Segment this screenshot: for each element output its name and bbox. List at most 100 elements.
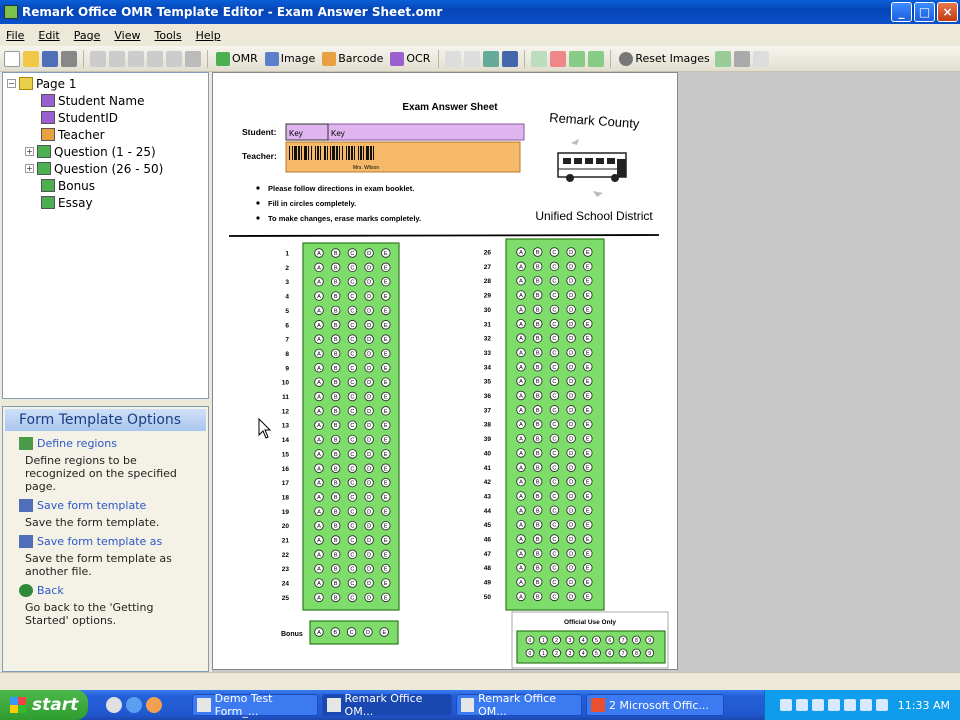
undo-icon[interactable] [90,50,106,67]
save-icon[interactable] [42,50,58,67]
tree-item[interactable]: + Question (1 - 25) [3,143,208,160]
reset-images-button[interactable]: Reset Images [617,51,711,66]
expand-icon[interactable]: + [25,147,34,156]
tray-update-icon[interactable] [827,699,840,711]
bubble-letter: A [519,551,523,557]
bubble-letter: C [552,594,556,600]
tray-keyboard-icon[interactable] [875,699,888,711]
tree-item[interactable]: Bonus [3,177,208,194]
bubble-letter: B [334,251,338,257]
collapse-icon[interactable]: − [7,79,16,88]
tray-flag-icon[interactable] [859,699,872,711]
ocr-button[interactable]: OCR [388,51,432,66]
panel-option-link[interactable]: Save form template [19,499,200,512]
distribute-icon[interactable] [464,50,481,67]
tree-item[interactable]: Teacher [3,126,208,143]
menu-help[interactable]: Help [196,29,221,42]
official-use-region[interactable] [516,630,666,664]
bubble-letter: C [552,293,556,299]
tray-volume-icon[interactable] [795,699,808,711]
quicklaunch-firefox-icon[interactable] [146,697,162,713]
tray-shield-icon[interactable] [811,699,824,711]
close-button[interactable]: × [937,2,958,22]
bubble-letter: E [586,523,590,529]
delete-icon[interactable] [185,50,201,67]
bubble-letter: D [569,594,573,600]
teacher-region[interactable] [285,141,521,173]
tree-root[interactable]: − Page 1 [3,75,208,92]
tree-item[interactable]: + Question (26 - 50) [3,160,208,177]
grid-icon[interactable] [483,50,500,67]
start-button[interactable]: start [0,690,88,720]
paste-icon[interactable] [166,50,182,67]
bubble-letter: C [350,280,354,286]
menu-page[interactable]: Page [74,29,101,42]
notes-icon[interactable] [752,50,769,67]
bubble-letter: B [536,394,540,400]
open-icon[interactable] [23,50,39,67]
task-remark-office-1[interactable]: Remark Office OM... [322,692,452,718]
menu-view[interactable]: View [114,29,140,42]
minimize-button[interactable]: _ [891,2,912,22]
expand-icon[interactable]: + [25,164,34,173]
task-demo-test-form[interactable]: Demo Test Form_... [192,692,318,718]
student-region[interactable] [285,123,525,141]
properties-icon[interactable] [502,50,519,67]
tree-item[interactable]: StudentID [3,109,208,126]
teacher-label: Teacher: [242,151,277,161]
quicklaunch-desktop-icon[interactable] [106,697,122,713]
tray-network-icon[interactable] [779,699,792,711]
bubble-letter: A [317,423,321,429]
bubble-letter: A [519,594,523,600]
fit-height-icon[interactable] [588,50,605,67]
fit-width-icon[interactable] [569,50,586,67]
bubble-letter: B [334,552,338,558]
menu-tools[interactable]: Tools [154,29,181,42]
bubble-letter: D [569,437,573,443]
barcode-button[interactable]: Barcode [320,51,385,66]
redo-icon[interactable] [109,50,125,67]
menu-edit[interactable]: Edit [38,29,59,42]
maximize-button[interactable]: □ [914,2,935,22]
bubble-letter: A [317,509,321,515]
task-microsoft-office[interactable]: 2 Microsoft Offic... [586,694,724,716]
question-number: 35 [484,379,492,386]
office-icon [591,698,605,712]
panel-option-link[interactable]: Save form template as [19,535,200,548]
barcode-bar [308,146,309,160]
region-icon [41,128,55,141]
image-button[interactable]: Image [263,51,317,66]
quicklaunch-ie-icon[interactable] [126,697,142,713]
omr-button[interactable]: OMR [214,51,260,66]
align-icon[interactable] [445,50,462,67]
tray-antivirus-icon[interactable] [843,699,856,711]
task-remark-office-2[interactable]: Remark Office OM... [456,692,582,718]
tree-item[interactable]: Student Name [3,92,208,109]
bubble-letter: 3 [568,638,571,644]
tree-item-label: Essay [58,195,93,210]
panel-option-link[interactable]: Define regions [19,437,200,450]
window-title: Remark Office OMR Template Editor - Exam… [22,5,443,19]
panel-option-link[interactable]: Back [19,584,200,597]
tree-item[interactable]: Essay [3,194,208,211]
bubble-letter: 0 [529,638,532,644]
spell-check-icon[interactable] [714,50,731,67]
official-use-label: Official Use Only [564,619,616,626]
question-number: 36 [484,393,492,400]
new-icon[interactable] [4,50,20,67]
menu-file[interactable]: File [6,29,24,42]
bubble-letter: D [367,409,371,415]
barcode-bar [332,146,335,160]
question-number: 8 [285,351,289,358]
bubble-letter: E [384,323,388,329]
barcode-bar [289,146,290,160]
settings-icon[interactable] [733,50,750,67]
print-icon[interactable] [61,50,77,67]
bubble-letter: A [317,409,321,415]
copy-icon[interactable] [147,50,163,67]
zoom-out-icon[interactable] [550,50,567,67]
question-number: 41 [484,465,492,472]
zoom-in-icon[interactable] [531,50,548,67]
cut-icon[interactable] [128,50,144,67]
bubble-letter: B [334,380,338,386]
